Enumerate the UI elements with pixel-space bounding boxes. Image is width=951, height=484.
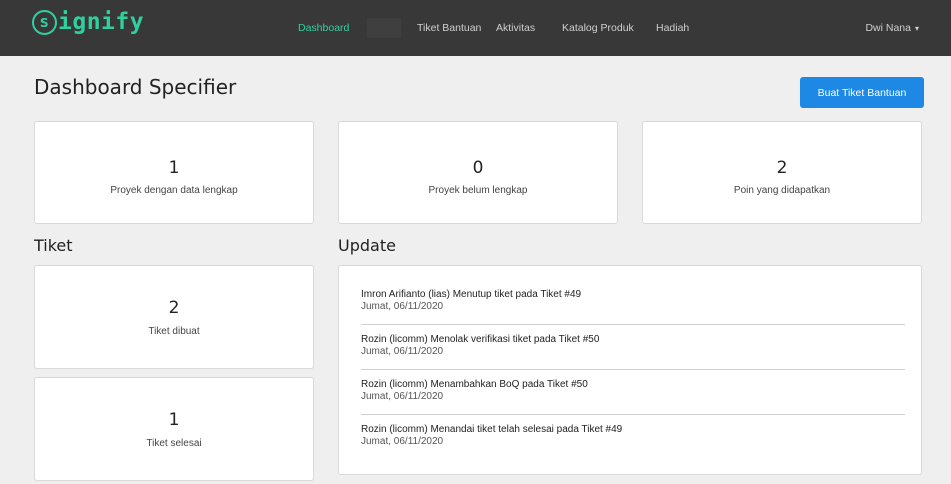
user-menu[interactable]: Dwi Nana ▾ [865, 0, 919, 56]
stat-label: Poin yang didapatkan [733, 185, 831, 196]
update-date: Jumat, 06/11/2020 [361, 391, 444, 402]
update-text: Rozin (licomm) Menambahkan BoQ pada Tike… [361, 379, 588, 390]
list-item[interactable]: Rozin (licomm) Menolak verifikasi tiket … [361, 325, 905, 370]
list-item[interactable]: Rozin (licomm) Menambahkan BoQ pada Tike… [361, 370, 905, 415]
top-navbar: s ignify Dashboard Tiket Bantuan Aktivit… [0, 0, 951, 56]
list-item[interactable]: Imron Arifianto (lias) Menutup tiket pad… [361, 280, 905, 325]
stat-card-points: 2 Poin yang didapatkan [642, 121, 922, 224]
tiket-section-title: Tiket [34, 236, 73, 255]
nav-hadiah[interactable]: Hadiah [656, 0, 689, 56]
update-date: Jumat, 06/11/2020 [361, 346, 444, 357]
nav-dashboard[interactable]: Dashboard [298, 0, 349, 56]
user-name: Dwi Nana [865, 22, 911, 34]
page-title: Dashboard Specifier [34, 75, 237, 99]
stat-card-incomplete-projects: 0 Proyek belum lengkap [338, 121, 618, 224]
stat-value: 1 [168, 158, 180, 178]
stat-label: Proyek belum lengkap [428, 185, 528, 196]
stat-label: Tiket dibuat [148, 326, 200, 337]
tiket-finished-card: 1 Tiket selesai [34, 377, 314, 481]
stat-value: 2 [776, 158, 788, 178]
update-text: Imron Arifianto (lias) Menutup tiket pad… [361, 289, 582, 300]
update-text: Rozin (licomm) Menolak verifikasi tiket … [361, 334, 600, 345]
update-list: Imron Arifianto (lias) Menutup tiket pad… [361, 280, 905, 460]
update-date: Jumat, 06/11/2020 [361, 436, 444, 447]
update-date: Jumat, 06/11/2020 [361, 301, 444, 312]
stat-card-complete-projects: 1 Proyek dengan data lengkap [34, 121, 314, 224]
nav-tiket-bantuan[interactable]: Tiket Bantuan [417, 0, 481, 56]
nav-katalog-produk[interactable]: Katalog Produk [562, 0, 634, 56]
tiket-created-card: 2 Tiket dibuat [34, 265, 314, 369]
stat-label: Proyek dengan data lengkap [110, 185, 238, 196]
nav-hover-highlight [367, 18, 401, 38]
stat-value: 0 [472, 158, 484, 178]
stat-value: 2 [168, 298, 180, 318]
list-item[interactable]: Rozin (licomm) Menandai tiket telah sele… [361, 415, 905, 460]
nav-aktivitas[interactable]: Aktivitas [496, 0, 535, 56]
stat-label: Tiket selesai [146, 438, 202, 449]
update-text: Rozin (licomm) Menandai tiket telah sele… [361, 424, 623, 435]
chevron-down-icon: ▾ [914, 23, 919, 33]
update-section-title: Update [338, 236, 396, 255]
signify-logo[interactable]: s ignify [32, 9, 144, 35]
update-feed-card: Imron Arifianto (lias) Menutup tiket pad… [338, 265, 922, 475]
logo-circle-icon: s [32, 9, 57, 35]
logo-text: ignify [58, 9, 145, 35]
stat-value: 1 [168, 410, 180, 430]
create-ticket-button[interactable]: Buat Tiket Bantuan [800, 77, 924, 108]
